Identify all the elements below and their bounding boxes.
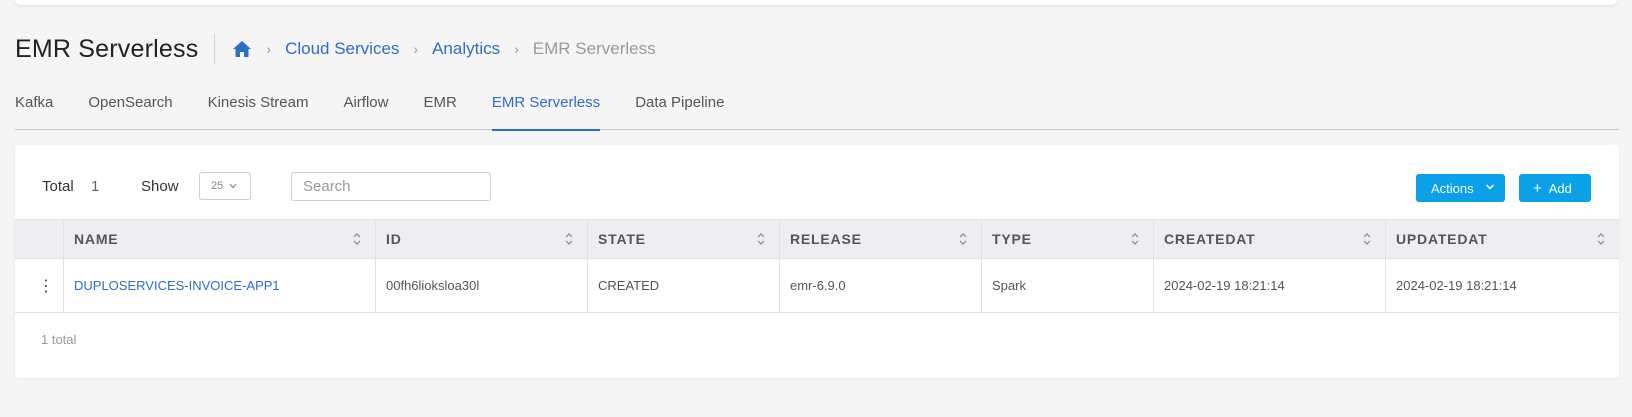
tab-emr-serverless[interactable]: EMR Serverless [491, 90, 601, 131]
app-updatedat: 2024-02-19 18:21:14 [1396, 278, 1517, 293]
app-createdat: 2024-02-19 18:21:14 [1164, 278, 1285, 293]
tab-emr[interactable]: EMR [423, 90, 456, 130]
cell-createdat: 2024-02-19 18:21:14 [1153, 259, 1385, 312]
service-tabs: Kafka OpenSearch Kinesis Stream Airflow … [15, 90, 1619, 131]
column-label: TYPE [992, 231, 1032, 247]
column-header-state[interactable]: STATE [587, 220, 779, 258]
total-label: Total [42, 178, 74, 195]
sort-icon[interactable] [565, 232, 573, 246]
column-header-createdat[interactable]: CREATEDAT [1153, 220, 1385, 258]
app-state: CREATED [598, 278, 660, 293]
actions-button[interactable]: Actions [1416, 174, 1505, 202]
sort-icon[interactable] [1363, 232, 1371, 246]
column-label: ID [386, 231, 402, 247]
cell-updatedat: 2024-02-19 18:21:14 [1385, 259, 1619, 312]
cell-name: DUPLOSERVICES-INVOICE-APP1 [63, 259, 375, 312]
chevron-down-icon [1485, 180, 1495, 197]
table-row: ⋮ DUPLOSERVICES-INVOICE-APP1 00fh6lioksl… [15, 259, 1619, 313]
kebab-menu-icon[interactable]: ⋮ [25, 276, 54, 296]
page-size-select[interactable]: 25 [199, 172, 251, 200]
show-label: Show [141, 178, 179, 195]
sort-icon[interactable] [1597, 232, 1605, 246]
column-label: NAME [74, 231, 119, 247]
column-header-name[interactable]: NAME [63, 220, 375, 258]
page-title: EMR Serverless [15, 34, 199, 63]
cell-release: emr-6.9.0 [779, 259, 981, 312]
emr-serverless-card: Total 1 Show 25 Actions + Add NAME ID [15, 145, 1619, 378]
tab-kinesis-stream[interactable]: Kinesis Stream [208, 90, 309, 130]
tab-kafka[interactable]: Kafka [15, 90, 53, 130]
column-header-updatedat[interactable]: UPDATEDAT [1385, 220, 1619, 258]
table-toolbar: Total 1 Show 25 Actions + Add [15, 145, 1619, 219]
column-label: RELEASE [790, 231, 862, 247]
chevron-right-icon: › [514, 41, 519, 57]
breadcrumb-cloud-services[interactable]: Cloud Services [285, 39, 399, 59]
sort-icon[interactable] [959, 232, 967, 246]
sort-icon[interactable] [757, 232, 765, 246]
search-input[interactable] [291, 172, 491, 201]
column-label: STATE [598, 231, 646, 247]
table-header: NAME ID STATE RELEASE TYPE CREATEDAT UPD… [15, 219, 1619, 259]
add-label: Add [1548, 180, 1572, 196]
tab-opensearch[interactable]: OpenSearch [88, 90, 172, 130]
sort-icon[interactable] [1131, 232, 1139, 246]
chevron-down-icon [229, 181, 237, 191]
column-header-release[interactable]: RELEASE [779, 220, 981, 258]
header-divider [214, 34, 216, 64]
sort-icon[interactable] [353, 232, 361, 246]
page-size-value: 25 [211, 180, 224, 192]
actions-label: Actions [1431, 180, 1474, 196]
app-name-link[interactable]: DUPLOSERVICES-INVOICE-APP1 [74, 278, 280, 293]
tab-data-pipeline[interactable]: Data Pipeline [635, 90, 724, 130]
cell-state: CREATED [587, 259, 779, 312]
app-release: emr-6.9.0 [790, 278, 846, 293]
home-icon[interactable] [232, 39, 252, 59]
column-label: UPDATEDAT [1396, 231, 1488, 247]
total-count: 1 [91, 178, 100, 195]
tab-airflow[interactable]: Airflow [343, 90, 388, 130]
column-label: CREATEDAT [1164, 231, 1256, 247]
plus-icon: + [1533, 179, 1542, 197]
breadcrumb-current: EMR Serverless [532, 39, 656, 58]
chevron-right-icon: › [413, 41, 419, 57]
add-button[interactable]: + Add [1519, 174, 1591, 202]
column-header-id[interactable]: ID [375, 220, 587, 258]
header-actions-cell [15, 220, 63, 258]
table-footer-total: 1 total [41, 332, 77, 347]
cell-id: 00fh6lioksloa30l [375, 259, 587, 312]
row-menu-cell: ⋮ [15, 259, 63, 312]
app-type: Spark [992, 278, 1026, 293]
app-id: 00fh6lioksloa30l [386, 278, 480, 293]
page-header: EMR Serverless › Cloud Services › Analyt… [15, 32, 656, 66]
column-header-type[interactable]: TYPE [981, 220, 1153, 258]
breadcrumb-analytics[interactable]: Analytics [432, 39, 500, 59]
cell-type: Spark [981, 259, 1153, 312]
chevron-right-icon: › [266, 41, 272, 57]
top-bar [15, 0, 1617, 5]
